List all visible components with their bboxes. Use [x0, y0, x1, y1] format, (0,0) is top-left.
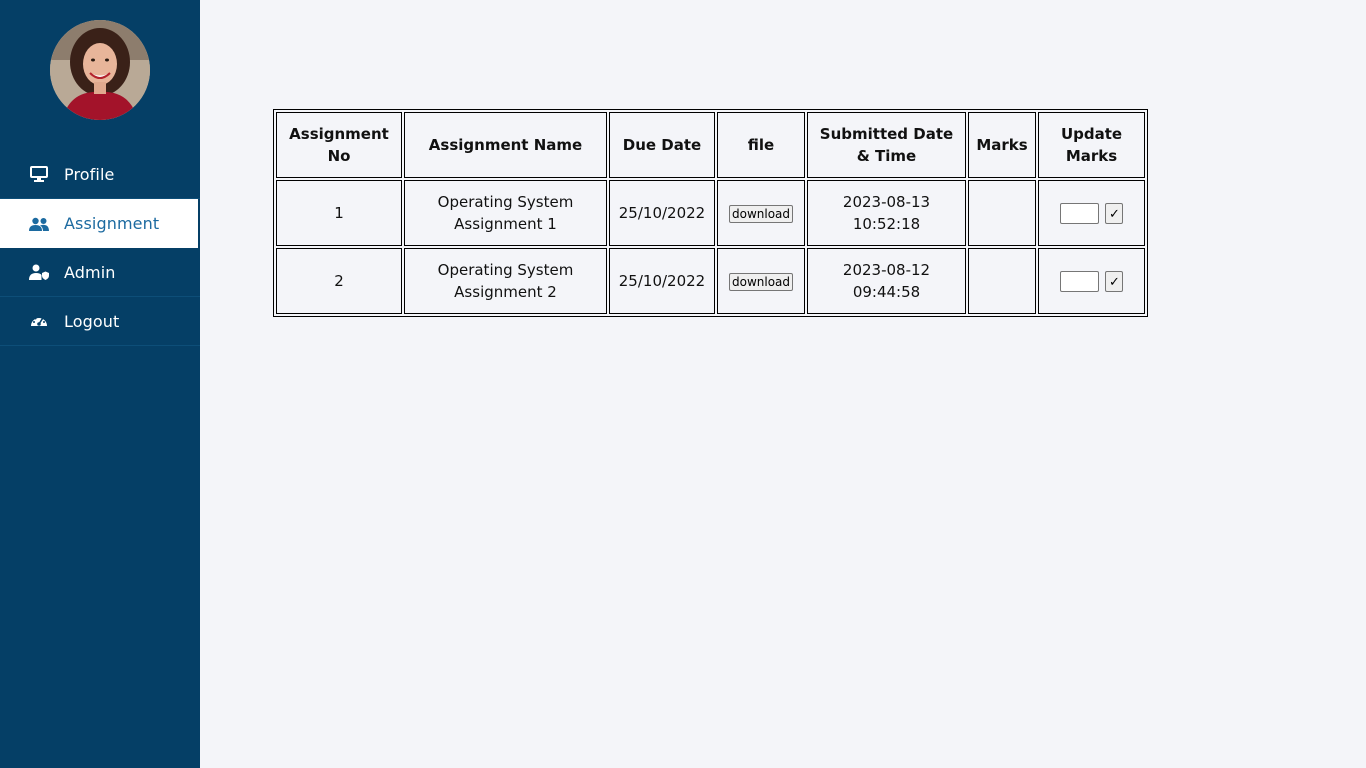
assignments-table-container: Assignment No Assignment Name Due Date f…	[273, 109, 1148, 317]
cell-file: download	[717, 180, 805, 246]
avatar	[50, 20, 150, 120]
sidebar-item-logout[interactable]: Logout	[0, 297, 200, 346]
cell-assignment-name: Operating System Assignment 2	[404, 248, 607, 314]
sidebar-item-admin[interactable]: Admin	[0, 248, 200, 297]
header-file: file	[717, 112, 805, 178]
sidebar-item-label: Admin	[64, 262, 116, 282]
cell-update-marks: ✓	[1038, 248, 1145, 314]
sidebar-nav: Profile Assignment Admin Logout	[0, 150, 200, 346]
header-submitted: Submitted Date & Time	[807, 112, 966, 178]
sidebar-item-label: Assignment	[64, 214, 160, 233]
update-marks-button[interactable]: ✓	[1105, 271, 1124, 292]
marks-input[interactable]	[1059, 203, 1099, 224]
cell-submitted: 2023-08-13 10:52:18	[807, 180, 966, 246]
update-marks-button[interactable]: ✓	[1105, 203, 1124, 224]
table-header-row: Assignment No Assignment Name Due Date f…	[276, 112, 1145, 178]
gauge-icon	[29, 311, 49, 331]
cell-assignment-no: 2	[276, 248, 402, 314]
header-assignment-no: Assignment No	[276, 112, 402, 178]
download-button[interactable]: download	[728, 205, 794, 223]
table-row: 1 Operating System Assignment 1 25/10/20…	[276, 180, 1145, 246]
cell-assignment-name: Operating System Assignment 1	[404, 180, 607, 246]
header-assignment-name: Assignment Name	[404, 112, 607, 178]
download-button[interactable]: download	[728, 273, 794, 291]
table-row: 2 Operating System Assignment 2 25/10/20…	[276, 248, 1145, 314]
sidebar: Profile Assignment Admin Logout	[0, 0, 200, 768]
assignments-table: Assignment No Assignment Name Due Date f…	[273, 109, 1148, 317]
cell-due-date: 25/10/2022	[609, 180, 715, 246]
user-shield-icon	[29, 262, 49, 282]
cell-marks	[968, 248, 1036, 314]
cell-due-date: 25/10/2022	[609, 248, 715, 314]
sidebar-item-profile[interactable]: Profile	[0, 150, 200, 199]
sidebar-item-label: Logout	[64, 311, 120, 331]
cell-submitted: 2023-08-12 09:44:58	[807, 248, 966, 314]
header-due-date: Due Date	[609, 112, 715, 178]
header-marks: Marks	[968, 112, 1036, 178]
users-icon	[29, 214, 49, 234]
marks-input[interactable]	[1059, 271, 1099, 292]
header-update-marks: Update Marks	[1038, 112, 1145, 178]
cell-assignment-no: 1	[276, 180, 402, 246]
cell-update-marks: ✓	[1038, 180, 1145, 246]
sidebar-item-label: Profile	[64, 164, 115, 184]
monitor-icon	[29, 164, 49, 184]
cell-file: download	[717, 248, 805, 314]
cell-marks	[968, 180, 1036, 246]
sidebar-item-assignment[interactable]: Assignment	[0, 199, 198, 248]
